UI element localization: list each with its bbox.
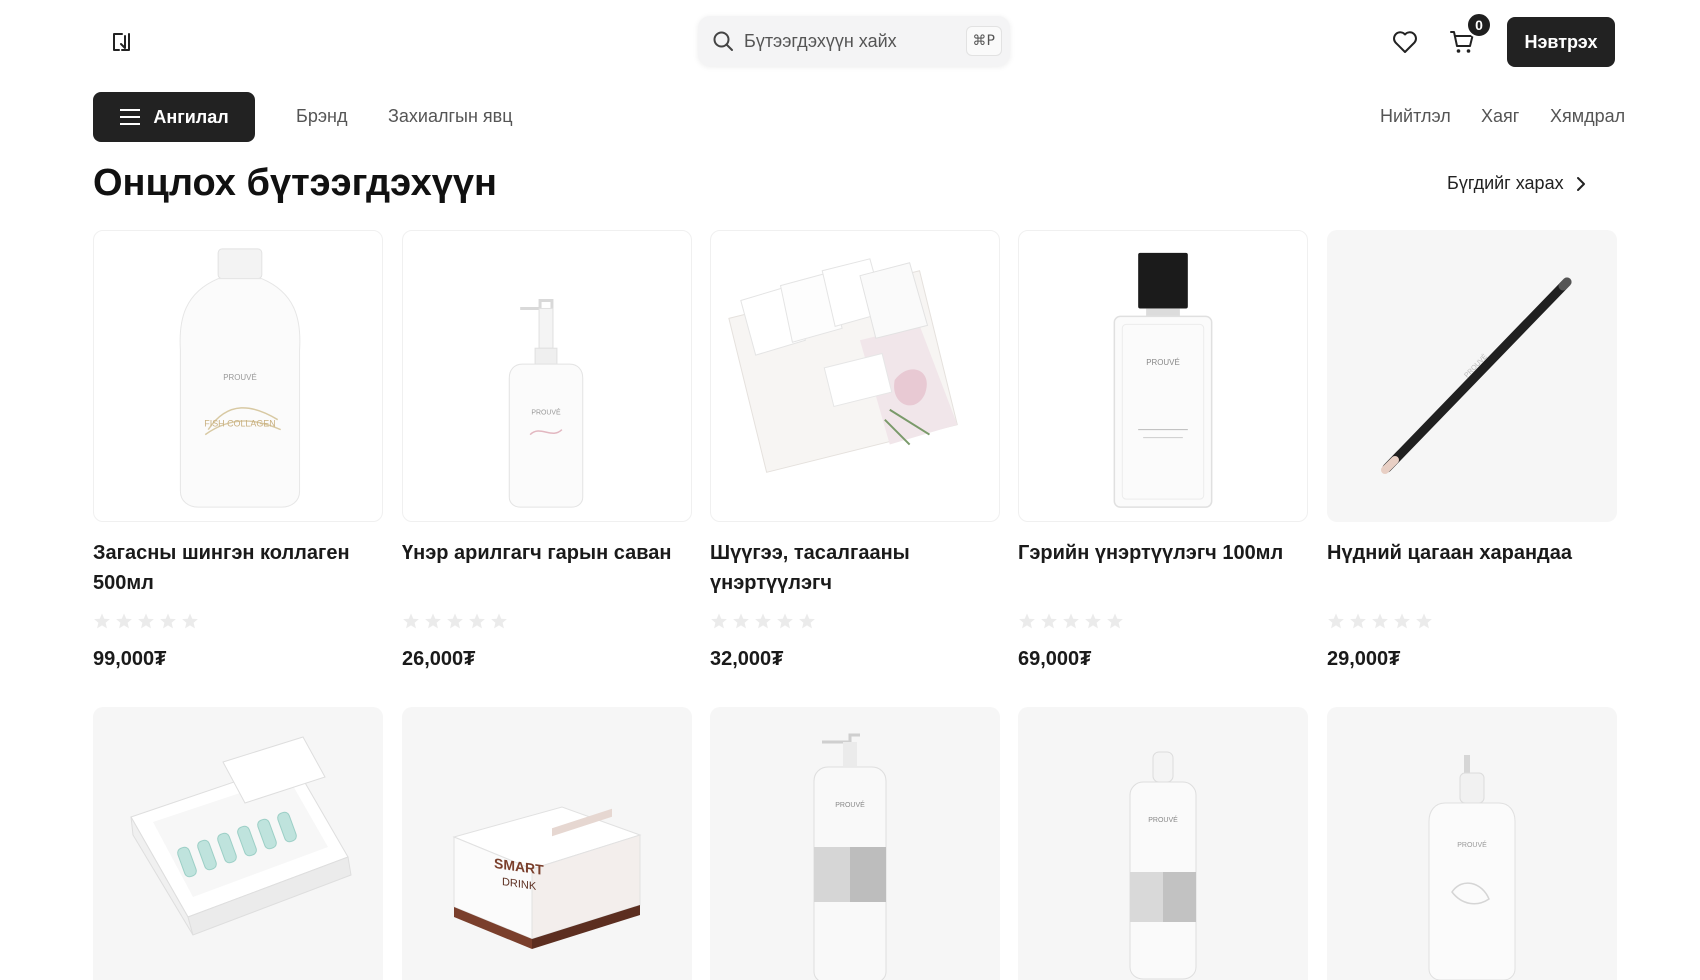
star-icon	[182, 613, 198, 629]
header: ⌘P 0 Нэвтрэх	[0, 0, 1700, 86]
search-input[interactable]	[744, 30, 954, 52]
product-rating	[402, 612, 508, 630]
chevron-right-icon	[1576, 176, 1585, 191]
star-icon	[1085, 613, 1101, 629]
nav-link-order-status[interactable]: Захиалгын явц	[388, 106, 513, 127]
svg-text:FISH COLLAGEN: FISH COLLAGEN	[204, 419, 275, 429]
section-title: Онцлох бүтээгдэхүүн	[93, 162, 497, 204]
star-icon	[94, 613, 110, 629]
nav-link-brands[interactable]: Брэнд	[296, 106, 347, 127]
product-price: 26,000₮	[402, 648, 476, 670]
star-icon	[403, 613, 419, 629]
product-price: 32,000₮	[710, 648, 784, 670]
login-button[interactable]: Нэвтрэх	[1507, 17, 1615, 67]
star-icon	[1063, 613, 1079, 629]
search-icon	[713, 31, 733, 51]
product-rating	[710, 612, 816, 630]
star-icon	[469, 613, 485, 629]
product-image[interactable]	[710, 230, 1000, 522]
wishlist-button[interactable]	[1385, 22, 1425, 62]
nav-link-address[interactable]: Хаяг	[1481, 106, 1519, 127]
product-price: 69,000₮	[1018, 648, 1092, 670]
star-icon	[755, 613, 771, 629]
product-image[interactable]: PROUVÉ	[402, 230, 692, 522]
svg-text:PROUVÉ: PROUVÉ	[1457, 840, 1487, 849]
see-all-label: Бүгдийг харах	[1447, 173, 1564, 193]
star-icon	[1350, 613, 1366, 629]
search-shortcut-badge: ⌘P	[965, 26, 1002, 56]
category-menu-button[interactable]: Ангилал	[93, 92, 255, 142]
svg-text:PROUVÉ: PROUVÉ	[223, 373, 257, 382]
star-icon	[425, 613, 441, 629]
star-icon	[733, 613, 749, 629]
product-name[interactable]: Нүдний цагаан харандаа	[1327, 538, 1617, 568]
star-icon	[1416, 613, 1432, 629]
star-icon	[116, 613, 132, 629]
svg-text:PROUVÉ: PROUVÉ	[835, 800, 865, 809]
product-name[interactable]: Загасны шингэн коллаген 500мл	[93, 538, 383, 598]
product-rating	[93, 612, 199, 630]
product-image[interactable]: PROUVÉ	[1327, 230, 1617, 522]
svg-text:PROUVÉ: PROUVÉ	[1146, 358, 1180, 367]
star-icon	[1041, 613, 1057, 629]
star-icon	[1019, 613, 1035, 629]
star-icon	[711, 613, 727, 629]
product-image[interactable]: PROUVÉ	[1018, 707, 1308, 980]
star-icon	[160, 613, 176, 629]
star-icon	[1328, 613, 1344, 629]
star-icon	[1394, 613, 1410, 629]
star-icon	[1372, 613, 1388, 629]
product-name[interactable]: Шүүгээ, тасалгааны үнэртүүлэгч	[710, 538, 1000, 598]
product-image[interactable]: PROUVÉ	[1018, 230, 1308, 522]
product-image[interactable]: PROUVÉ	[1327, 707, 1617, 980]
product-image[interactable]: PROUVÉ	[710, 707, 1000, 980]
product-rating	[1327, 612, 1433, 630]
product-rating	[1018, 612, 1124, 630]
nav-link-sale[interactable]: Хямдрал	[1550, 106, 1625, 127]
product-name[interactable]: Гэрийн үнэртүүлэгч 100мл	[1018, 538, 1308, 568]
star-icon	[491, 613, 507, 629]
product-image[interactable]: PROUVÉ FISH COLLAGEN	[93, 230, 383, 522]
product-image[interactable]: SMART DRINK	[402, 707, 692, 980]
product-price: 99,000₮	[93, 648, 167, 670]
hamburger-icon	[120, 109, 141, 125]
star-icon	[138, 613, 154, 629]
svg-text:PROUVÉ: PROUVÉ	[531, 408, 561, 417]
nav-link-articles[interactable]: Нийтлэл	[1380, 106, 1451, 127]
svg-text:PROUVÉ: PROUVÉ	[1148, 815, 1178, 824]
main-nav: Ангилал Брэнд Захиалгын явц Нийтлэл Хаяг…	[0, 92, 1700, 142]
product-price: 29,000₮	[1327, 648, 1401, 670]
star-icon	[777, 613, 793, 629]
store-logo-icon[interactable]	[98, 24, 146, 60]
heart-icon	[1393, 31, 1417, 53]
star-icon	[1107, 613, 1123, 629]
star-icon	[799, 613, 815, 629]
product-name[interactable]: Үнэр арилгагч гарын саван	[402, 538, 692, 568]
cart-count-badge: 0	[1466, 12, 1492, 38]
see-all-link[interactable]: Бүгдийг харах	[1447, 173, 1586, 194]
star-icon	[447, 613, 463, 629]
category-menu-label: Ангилал	[153, 106, 229, 127]
search-bar[interactable]: ⌘P	[698, 16, 1010, 66]
product-image[interactable]	[93, 707, 383, 980]
